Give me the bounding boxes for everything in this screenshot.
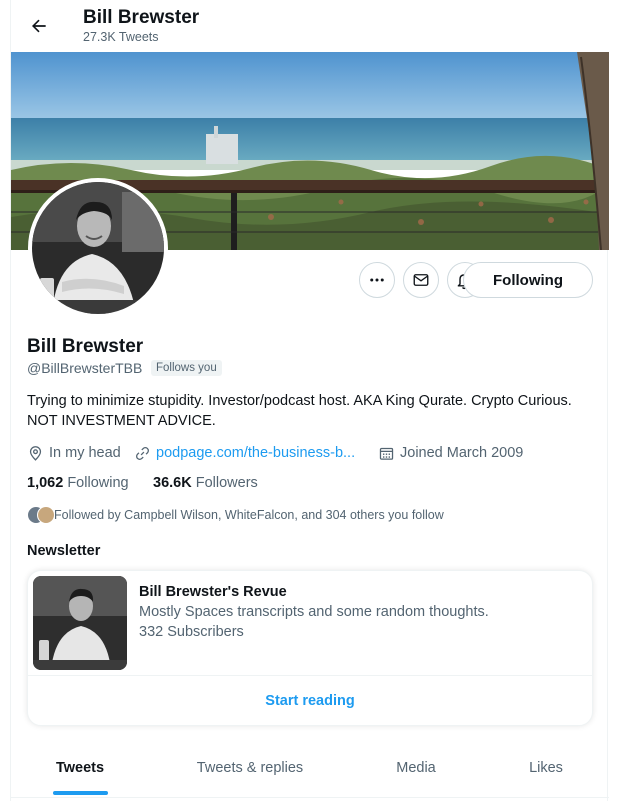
profile-column: Bill Brewster 27.3K Tweets Following Bil… bbox=[10, 0, 609, 801]
profile-tabs: Tweets Tweets & replies Media Likes bbox=[11, 745, 609, 801]
followers-label: Followers bbox=[195, 475, 258, 491]
header-tweet-count: 27.3K Tweets bbox=[83, 30, 159, 44]
start-reading-button[interactable]: Start reading bbox=[28, 675, 592, 725]
newsletter-description: Mostly Spaces transcripts and some rando… bbox=[139, 604, 489, 620]
top-bar: Bill Brewster 27.3K Tweets bbox=[11, 0, 609, 52]
more-button[interactable] bbox=[359, 262, 395, 298]
tab-tweets[interactable]: Tweets bbox=[11, 745, 149, 791]
avatar-image bbox=[32, 182, 164, 314]
arrow-left-icon bbox=[32, 19, 46, 33]
website-link[interactable]: podpage.com/the-business-b... bbox=[156, 445, 355, 461]
calendar-icon bbox=[379, 447, 394, 460]
following-count: 1,062 bbox=[27, 475, 64, 491]
followed-by[interactable]: Followed by Campbell Wilson, WhiteFalcon… bbox=[27, 505, 444, 525]
website: podpage.com/the-business-b... bbox=[134, 443, 355, 463]
message-button[interactable] bbox=[403, 262, 439, 298]
tab-likes[interactable]: Likes bbox=[506, 745, 586, 791]
tabs-divider bbox=[11, 797, 609, 798]
followers-count: 36.6K bbox=[153, 475, 192, 491]
newsletter-thumbnail bbox=[33, 576, 127, 670]
location-pin-icon bbox=[29, 445, 42, 461]
active-tab-indicator bbox=[53, 791, 108, 795]
joined-text: Joined March 2009 bbox=[400, 445, 524, 461]
profile-bio: Trying to minimize stupidity. Investor/p… bbox=[27, 393, 572, 429]
newsletter-name: Bill Brewster's Revue bbox=[139, 584, 287, 600]
follower-avatar bbox=[37, 506, 55, 524]
profile-avatar[interactable] bbox=[28, 178, 168, 318]
tab-media[interactable]: Media bbox=[366, 745, 466, 791]
more-horizontal-icon bbox=[370, 278, 384, 282]
joined-date: Joined March 2009 bbox=[378, 443, 523, 463]
newsletter-subscribers: 332 Subscribers bbox=[139, 624, 244, 640]
back-button[interactable] bbox=[23, 10, 55, 42]
user-handle: @BillBrewsterTBB bbox=[27, 360, 143, 376]
location-text: In my head bbox=[49, 445, 121, 461]
following-button[interactable]: Following bbox=[463, 262, 593, 298]
display-name: Bill Brewster bbox=[27, 336, 144, 357]
newsletter-card[interactable]: Bill Brewster's Revue Mostly Spaces tran… bbox=[27, 570, 593, 726]
tab-tweets-replies[interactable]: Tweets & replies bbox=[171, 745, 329, 791]
follows-you-badge: Follows you bbox=[151, 360, 222, 376]
following-count-link[interactable]: 1,062 Following bbox=[27, 475, 129, 491]
envelope-icon bbox=[413, 274, 429, 286]
location: In my head bbox=[27, 443, 121, 463]
header-name: Bill Brewster bbox=[83, 7, 200, 28]
link-icon bbox=[136, 446, 149, 460]
newsletter-heading: Newsletter bbox=[27, 543, 101, 559]
followed-by-text: Followed by Campbell Wilson, WhiteFalcon… bbox=[54, 508, 444, 522]
following-label: Following bbox=[67, 475, 129, 491]
followers-count-link[interactable]: 36.6K Followers bbox=[153, 475, 258, 491]
